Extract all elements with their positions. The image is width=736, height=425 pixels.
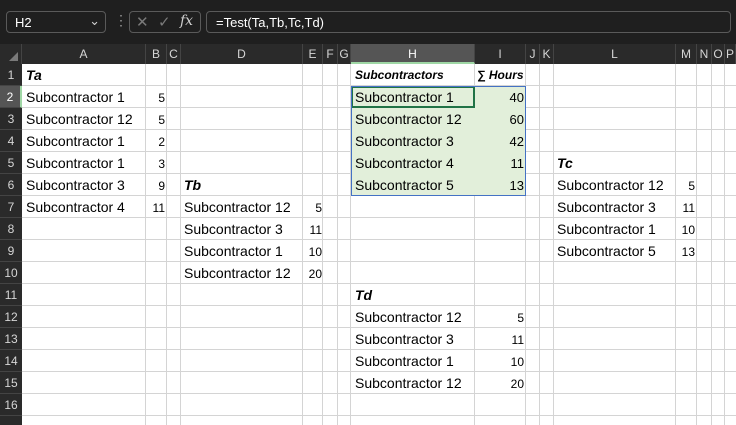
table_ta-hours-cell[interactable]: 5 [146,86,165,108]
name-box-value: H2 [15,15,32,30]
table_tb-hours-cell[interactable]: 20 [303,262,322,284]
table_td-name-cell[interactable]: Subcontractor 12 [355,306,462,328]
table_tb-hours-cell[interactable]: 5 [303,196,322,218]
table_ta-name-cell[interactable]: Subcontractor 4 [26,196,125,218]
row-header-13[interactable]: 13 [0,328,22,350]
table_ta-name-cell[interactable]: Subcontractor 12 [26,108,133,130]
gridline-horizontal [22,283,736,284]
column-header-g[interactable]: G [338,44,351,64]
confirm-icon[interactable]: ✓ [158,13,171,31]
table_tc-hours-cell[interactable]: 13 [676,240,695,262]
table_tc-title[interactable]: Tc [557,152,573,174]
table_tb-name-cell[interactable]: Subcontractor 1 [184,240,283,262]
result-hours-cell[interactable]: 11 [475,152,525,174]
column-header-d[interactable]: D [181,44,303,64]
row-header-11[interactable]: 11 [0,284,22,306]
table_td-title[interactable]: Td [355,284,372,306]
table_tc-hours-cell[interactable]: 11 [676,196,695,218]
row-header-4[interactable]: 4 [0,130,22,152]
table_tb-name-cell[interactable]: Subcontractor 12 [184,196,291,218]
column-header-m[interactable]: M [676,44,697,64]
result-hours-cell[interactable]: 42 [475,130,524,152]
table_tc-hours-cell[interactable]: 10 [676,218,695,240]
column-header-c[interactable]: C [167,44,181,64]
table_td-name-cell[interactable]: Subcontractor 1 [355,350,454,372]
table_ta-hours-cell[interactable]: 3 [146,152,165,174]
row-header-12[interactable]: 12 [0,306,22,328]
row-header-9[interactable]: 9 [0,240,22,262]
table_ta-title[interactable]: Ta [26,64,42,86]
result-header-hours[interactable]: ∑ Hours [477,64,524,86]
result-name-cell[interactable]: Subcontractor 1 [355,86,454,108]
table_tb-hours-cell[interactable]: 11 [303,218,322,240]
column-header-f[interactable]: F [323,44,338,64]
row-header-6[interactable]: 6 [0,174,22,196]
name-box[interactable]: H2 ⌄ [6,11,106,33]
column-header-k[interactable]: K [540,44,554,64]
table_ta-hours-cell[interactable]: 2 [146,130,165,152]
column-header-e[interactable]: E [303,44,323,64]
table_tc-name-cell[interactable]: Subcontractor 12 [557,174,664,196]
row-header-14[interactable]: 14 [0,350,22,372]
row-header-1[interactable]: 1 [0,64,22,86]
row-header-16[interactable]: 16 [0,394,22,416]
insert-function-icon[interactable]: fx [180,13,193,29]
formula-text: =Test(Ta,Tb,Tc,Td) [216,15,324,30]
table_td-name-cell[interactable]: Subcontractor 12 [355,372,462,394]
column-header-p[interactable]: P [725,44,736,64]
table_tc-name-cell[interactable]: Subcontractor 5 [557,240,656,262]
table_td-hours-cell[interactable]: 5 [475,306,524,328]
table_ta-hours-cell[interactable]: 11 [146,196,165,218]
column-header-h[interactable]: H [351,44,475,64]
table_ta-name-cell[interactable]: Subcontractor 1 [26,152,125,174]
column-header-b[interactable]: B [146,44,167,64]
result-header-name[interactable]: Subcontractors [355,64,444,86]
result-name-cell[interactable]: Subcontractor 5 [355,174,454,196]
formula-input[interactable]: =Test(Ta,Tb,Tc,Td) [206,11,731,33]
select-all-button[interactable] [0,44,22,64]
chevron-down-icon[interactable]: ⌄ [89,13,100,29]
table_td-hours-cell[interactable]: 11 [475,328,524,350]
table_td-hours-cell[interactable]: 20 [475,372,524,394]
table_tb-hours-cell[interactable]: 10 [303,240,322,262]
table_tb-name-cell[interactable]: Subcontractor 3 [184,218,283,240]
column-header-j[interactable]: J [526,44,540,64]
table_ta-name-cell[interactable]: Subcontractor 3 [26,174,125,196]
column-header-o[interactable]: O [712,44,725,64]
row-header-3[interactable]: 3 [0,108,22,130]
row-header-2[interactable]: 2 [0,86,22,108]
column-header-a[interactable]: A [22,44,146,64]
result-name-cell[interactable]: Subcontractor 4 [355,152,454,174]
column-header-l[interactable]: L [554,44,676,64]
cancel-icon[interactable]: ✕ [136,13,149,31]
result-name-cell[interactable]: Subcontractor 3 [355,130,454,152]
table_tc-name-cell[interactable]: Subcontractor 3 [557,196,656,218]
result-hours-cell[interactable]: 60 [475,108,524,130]
table_tc-hours-cell[interactable]: 5 [676,174,695,196]
result-hours-cell[interactable]: 13 [475,174,524,196]
row-header-8[interactable]: 8 [0,218,22,240]
table_tb-name-cell[interactable]: Subcontractor 12 [184,262,291,284]
table_tc-name-cell[interactable]: Subcontractor 1 [557,218,656,240]
row-header-15[interactable]: 15 [0,372,22,394]
column-header-n[interactable]: N [697,44,712,64]
column-header-i[interactable]: I [475,44,526,64]
result-hours-cell[interactable]: 40 [475,86,524,108]
table_ta-hours-cell[interactable]: 9 [146,174,165,196]
table_ta-name-cell[interactable]: Subcontractor 1 [26,130,125,152]
select-all-icon [9,52,18,61]
gridline-horizontal [22,415,736,416]
row-header-5[interactable]: 5 [0,152,22,174]
table_ta-hours-cell[interactable]: 5 [146,108,165,130]
more-options-icon[interactable]: ⋮ [114,13,128,27]
table_td-hours-cell[interactable]: 10 [475,350,524,372]
row-header-10[interactable]: 10 [0,262,22,284]
result-name-cell[interactable]: Subcontractor 12 [355,108,462,130]
table_ta-name-cell[interactable]: Subcontractor 1 [26,86,125,108]
table_td-name-cell[interactable]: Subcontractor 3 [355,328,454,350]
table_tb-title[interactable]: Tb [184,174,201,196]
formula-buttons: ✕ ✓ fx [129,11,201,33]
row-header-7[interactable]: 7 [0,196,22,218]
